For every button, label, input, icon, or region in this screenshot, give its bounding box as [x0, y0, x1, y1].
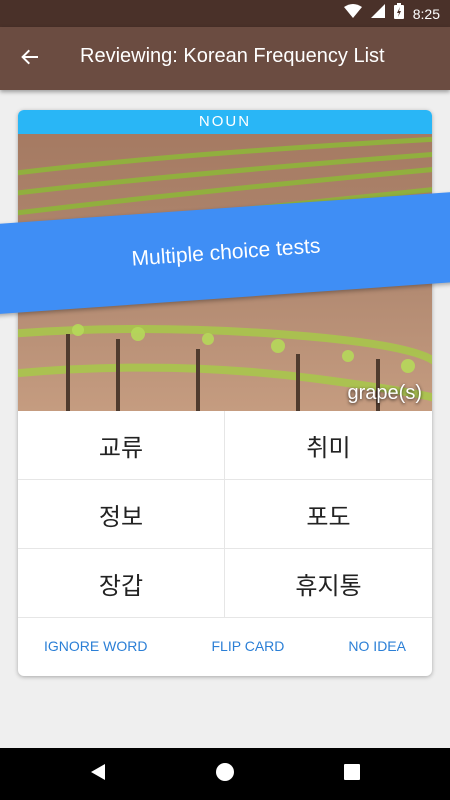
part-of-speech-label: NOUN: [18, 110, 432, 134]
choice-button[interactable]: 포도: [225, 480, 432, 549]
flip-card-button[interactable]: FLIP CARD: [212, 638, 285, 654]
navigation-bar: [0, 748, 450, 800]
home-circle-icon: [215, 762, 235, 787]
signal-icon: [370, 4, 385, 23]
page-title: Reviewing: Korean Frequency List: [80, 45, 385, 67]
nav-home-button[interactable]: [213, 762, 237, 786]
choice-button[interactable]: 휴지통: [225, 549, 432, 618]
choice-button[interactable]: 정보: [18, 480, 225, 549]
banner-text: Multiple choice tests: [130, 234, 322, 271]
choice-button[interactable]: 장갑: [18, 549, 225, 618]
answer-choices: 교류 취미 정보 포도 장갑 휴지통: [18, 411, 432, 618]
no-idea-button[interactable]: NO IDEA: [348, 638, 406, 654]
wifi-icon: [343, 4, 362, 23]
card-actions: IGNORE WORD FLIP CARD NO IDEA: [18, 618, 432, 674]
app-bar: Reviewing: Korean Frequency List: [0, 27, 450, 90]
nav-recents-button[interactable]: [340, 762, 364, 786]
nav-back-button[interactable]: [86, 762, 110, 786]
choice-button[interactable]: 취미: [225, 411, 432, 480]
status-bar: 8:25: [0, 0, 450, 27]
status-time: 8:25: [412, 5, 440, 22]
ignore-word-button[interactable]: IGNORE WORD: [44, 638, 147, 654]
arrow-back-icon: [20, 47, 40, 72]
translation-label: grape(s): [347, 382, 422, 404]
flash-card: NOUN grape(s) 교류 취미 정보 포도 장갑 휴지통 IGNORE …: [18, 110, 432, 676]
status-icons: 8:25: [343, 3, 440, 24]
choice-button[interactable]: 교류: [18, 411, 225, 480]
back-triangle-icon: [89, 763, 107, 786]
battery-icon: [393, 3, 404, 24]
recents-square-icon: [343, 763, 361, 786]
back-button[interactable]: [16, 45, 44, 73]
